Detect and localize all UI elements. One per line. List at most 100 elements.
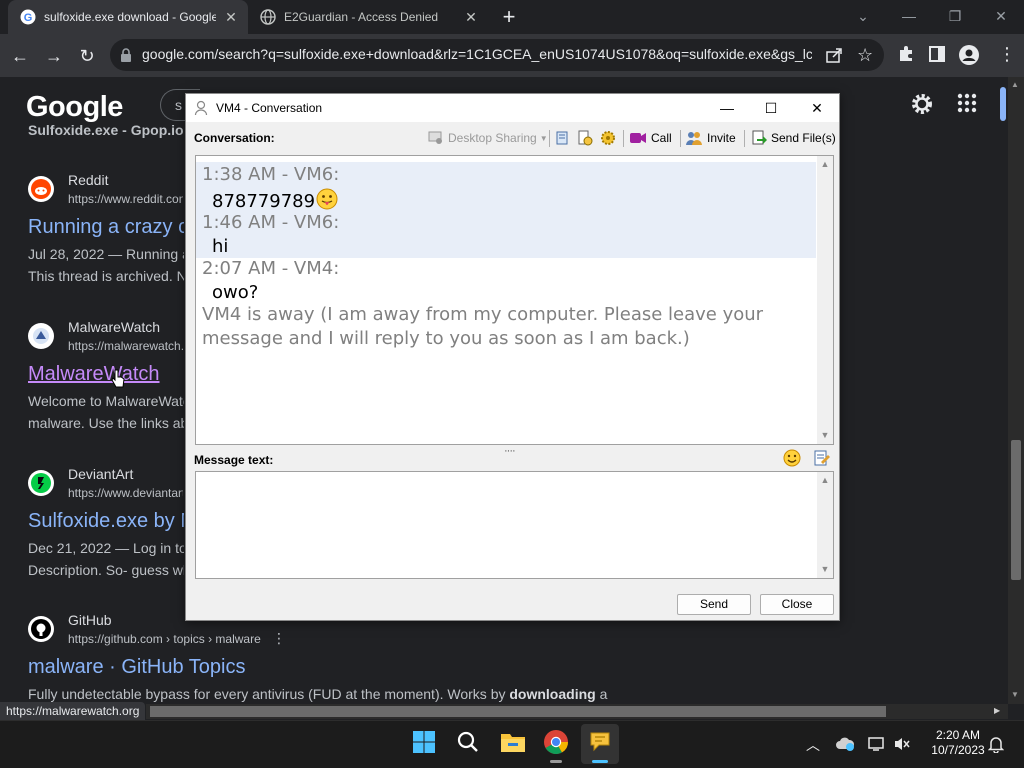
smiley-emoticon-icon[interactable] [783, 449, 801, 467]
chrome-icon[interactable] [543, 729, 571, 757]
scroll-up-arrow-icon[interactable]: ▲ [817, 472, 833, 488]
desktop-sharing-icon [428, 131, 444, 145]
lock-icon[interactable] [120, 48, 132, 62]
close-button[interactable]: ✕ [797, 98, 837, 118]
close-tab-icon[interactable]: ✕ [222, 8, 240, 26]
close-window-button[interactable]: ✕ [986, 6, 1016, 26]
github-icon [28, 616, 54, 642]
call-button[interactable]: Call [629, 128, 672, 148]
send-button[interactable]: Send [677, 594, 751, 615]
back-arrow-icon[interactable]: ← [8, 44, 32, 68]
notification-bell-icon[interactable] [988, 735, 1004, 753]
result-url: https://www.reddit.con [68, 192, 183, 206]
system-clock[interactable]: 2:20 AM 10/7/2023 [918, 728, 998, 758]
tongue-out-emoji-icon [316, 188, 338, 210]
clock-date: 10/7/2023 [931, 743, 985, 757]
chrome-running-indicator [550, 760, 562, 763]
reload-icon[interactable]: ↻ [75, 44, 99, 68]
desktop-sharing-button[interactable]: Desktop Sharing ▼ [428, 128, 548, 148]
speaker-muted-icon[interactable] [893, 736, 911, 752]
notebook-icon [555, 131, 569, 145]
new-tab-button[interactable]: + [498, 6, 520, 28]
toolbar-separator [744, 130, 745, 147]
google-logo[interactable]: Google [26, 91, 123, 124]
minimize-button[interactable]: — [707, 98, 747, 118]
result-title-link[interactable]: malware · GitHub Topics [28, 656, 328, 679]
minimize-window-button[interactable]: — [894, 6, 924, 26]
chrome-menu-icon[interactable]: ⋮ [998, 44, 1016, 65]
scroll-down-arrow-icon[interactable]: ▼ [817, 427, 833, 443]
url-text[interactable]: google.com/search?q=sulfoxide.exe+downlo… [142, 46, 812, 64]
scroll-right-arrow-icon[interactable]: ▶ [994, 706, 1000, 715]
scroll-up-arrow-icon[interactable]: ▲ [1011, 80, 1019, 89]
restore-window-button[interactable]: ❐ [940, 6, 970, 26]
tab-title: sulfoxide.exe download - Google [44, 10, 216, 24]
side-panel-icon[interactable] [929, 46, 945, 62]
profile-avatar-icon[interactable] [959, 45, 979, 65]
result-snippet: This thread is archived. N [28, 268, 184, 284]
message-header: 2:07 AM - VM4: [202, 258, 340, 279]
tab-title: E2Guardian - Access Denied [284, 10, 439, 24]
dropdown-arrow-icon: ▼ [539, 133, 548, 143]
windows-start-icon[interactable] [411, 729, 439, 757]
file-explorer-icon[interactable] [499, 729, 527, 757]
result-title-link[interactable]: Running a crazy c [28, 216, 184, 239]
result-snippet: Description. So- guess wh [28, 562, 184, 578]
conversation-scrollbar[interactable] [817, 156, 833, 444]
close-tab-icon[interactable]: ✕ [462, 8, 480, 26]
tab-e2guardian[interactable]: E2Guardian - Access Denied ✕ [248, 0, 488, 34]
tab-google-search[interactable]: G sulfoxide.exe download - Google ✕ [8, 0, 248, 34]
google-apps-icon[interactable] [957, 93, 977, 113]
emoticons-button[interactable] [600, 128, 616, 148]
settings-gear-icon[interactable] [910, 92, 934, 116]
svg-text:G: G [24, 12, 33, 24]
history-button[interactable] [577, 128, 593, 148]
deviantart-icon [28, 470, 54, 496]
history-book-icon [577, 130, 593, 146]
format-text-icon[interactable] [813, 449, 831, 467]
network-monitor-icon[interactable] [868, 736, 886, 752]
scroll-down-arrow-icon[interactable]: ▼ [1011, 690, 1019, 699]
toolbar-separator [680, 130, 681, 147]
splitter-grip[interactable]: ···· [504, 445, 516, 457]
tab-search-chevron-icon[interactable]: ⌄ [848, 6, 878, 26]
google-g-icon: G [20, 9, 36, 25]
result-site-name: DeviantArt [68, 466, 134, 482]
invite-people-icon [685, 130, 703, 146]
scroll-up-arrow-icon[interactable]: ▲ [817, 156, 833, 172]
notes-button[interactable] [555, 128, 569, 148]
show-hidden-icons-chevron-icon[interactable]: ︿ [804, 735, 822, 755]
result-url: https://github.com › topics › malware [68, 632, 261, 646]
result-site-name: GitHub [68, 612, 112, 628]
clock-time: 2:20 AM [935, 728, 981, 742]
result-title-link[interactable]: MalwareWatch [28, 363, 184, 386]
messenger-speech-bubble-icon[interactable] [587, 729, 615, 757]
globe-icon [260, 9, 276, 25]
send-file-icon [751, 130, 767, 146]
horizontal-scroll-thumb[interactable] [150, 706, 886, 717]
malwarewatch-icon [28, 323, 54, 349]
video-camera-icon [629, 132, 647, 144]
maximize-button[interactable]: ☐ [751, 98, 791, 118]
invite-button[interactable]: Invite [685, 128, 736, 148]
forward-arrow-icon[interactable]: → [42, 44, 66, 68]
result-title-link[interactable]: Sulfoxide.exe by M [28, 510, 184, 533]
away-notice: VM4 is away (I am away from my computer.… [202, 304, 764, 349]
share-icon[interactable] [825, 46, 843, 64]
scroll-down-arrow-icon[interactable]: ▼ [817, 561, 833, 577]
toolbar-separator [623, 130, 624, 147]
page-vertical-scrollbar[interactable] [1008, 77, 1024, 704]
extensions-puzzle-icon[interactable] [896, 44, 916, 64]
onedrive-cloud-icon[interactable] [835, 736, 855, 752]
bookmark-star-icon[interactable]: ☆ [857, 45, 873, 66]
page-scroll-thumb[interactable] [1011, 440, 1021, 580]
window-title-bar[interactable]: VM4 - Conversation — ☐ ✕ [186, 94, 839, 122]
contact-person-icon [194, 100, 208, 116]
close-dialog-button[interactable]: Close [760, 594, 834, 615]
search-icon[interactable] [455, 729, 483, 757]
link-status-url: https://malwarewatch.org [0, 702, 146, 720]
more-options-icon[interactable]: ⋮ [272, 630, 286, 647]
message-body: 878779789 [212, 188, 338, 212]
send-files-button[interactable]: Send File(s) [751, 128, 836, 148]
message-input[interactable] [195, 471, 834, 579]
